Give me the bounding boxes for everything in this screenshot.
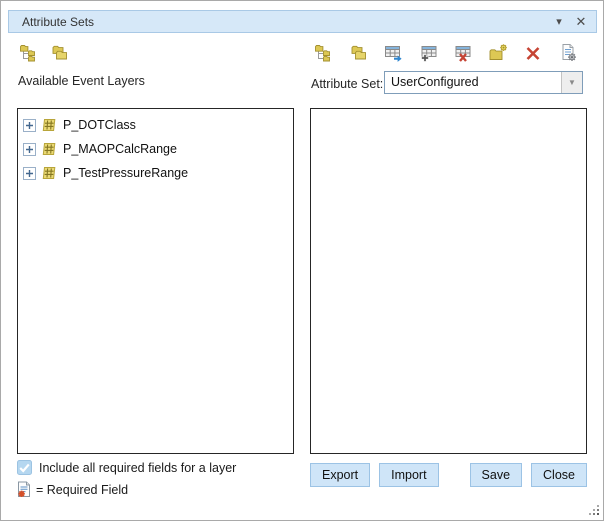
tree-row[interactable]: P_TestPressureRange	[18, 161, 293, 185]
event-layer-icon	[41, 141, 57, 157]
tree-item-label: P_DOTClass	[62, 118, 136, 132]
available-event-layers-heading: Available Event Layers	[18, 74, 145, 88]
dialog-title: Attribute Sets	[9, 15, 94, 29]
open-folders-icon[interactable]	[50, 43, 70, 63]
available-event-layers-list: P_DOTClass	[17, 108, 294, 454]
tree-row[interactable]: P_MAOPCalcRange	[18, 137, 293, 161]
combo-dropdown-button[interactable]: ▼	[561, 72, 582, 93]
attribute-set-contents-list	[310, 108, 587, 454]
report-settings-icon[interactable]	[558, 43, 578, 63]
commit-buttons: Save Close	[470, 463, 587, 487]
transfer-buttons: Export Import	[310, 463, 439, 487]
remove-table-icon[interactable]	[453, 43, 473, 63]
event-layer-icon	[41, 117, 57, 133]
open-folders-icon[interactable]	[349, 43, 369, 63]
chevron-down-icon: ▼	[568, 78, 576, 87]
tree-item-label: P_MAOPCalcRange	[62, 142, 177, 156]
required-field-legend: = Required Field	[17, 481, 128, 498]
expand-plus-icon[interactable]	[23, 119, 36, 132]
add-event-layers-tree-icon[interactable]	[314, 43, 334, 63]
required-field-legend-text: = Required Field	[36, 483, 128, 497]
collapse-caret-icon[interactable]: ▾	[548, 15, 570, 28]
export-button[interactable]: Export	[310, 463, 370, 487]
close-button[interactable]: Close	[531, 463, 587, 487]
include-required-fields-checkbox[interactable]	[17, 460, 32, 475]
close-icon[interactable]: ✕	[570, 14, 592, 30]
dialog-buttons: Export Import Save Close	[310, 463, 587, 487]
attribute-set-label: Attribute Set:	[311, 77, 383, 91]
attribute-set-combobox[interactable]: UserConfigured ▼	[384, 71, 583, 94]
tree-row[interactable]: P_DOTClass	[18, 113, 293, 137]
include-required-fields-row: Include all required fields for a layer	[17, 460, 236, 475]
expand-plus-icon[interactable]	[23, 167, 36, 180]
tree-item-label: P_TestPressureRange	[62, 166, 188, 180]
event-layer-icon	[41, 165, 57, 181]
resize-grip[interactable]	[588, 504, 600, 516]
required-field-icon	[17, 481, 31, 498]
include-required-fields-label: Include all required fields for a layer	[39, 461, 236, 475]
event-layer-tree: P_DOTClass	[18, 109, 293, 185]
titlebar: Attribute Sets ▾ ✕	[8, 10, 597, 33]
import-button[interactable]: Import	[379, 463, 438, 487]
right-toolbar	[314, 43, 578, 63]
add-table-icon[interactable]	[419, 43, 439, 63]
attribute-sets-dialog: Attribute Sets ▾ ✕	[0, 0, 604, 521]
add-event-layers-tree-icon[interactable]	[19, 43, 39, 63]
left-toolbar	[19, 43, 70, 63]
delete-icon[interactable]	[523, 43, 543, 63]
new-folder-icon[interactable]	[488, 43, 508, 63]
attribute-set-value: UserConfigured	[385, 72, 561, 93]
expand-plus-icon[interactable]	[23, 143, 36, 156]
export-table-icon[interactable]	[384, 43, 404, 63]
save-button[interactable]: Save	[470, 463, 523, 487]
